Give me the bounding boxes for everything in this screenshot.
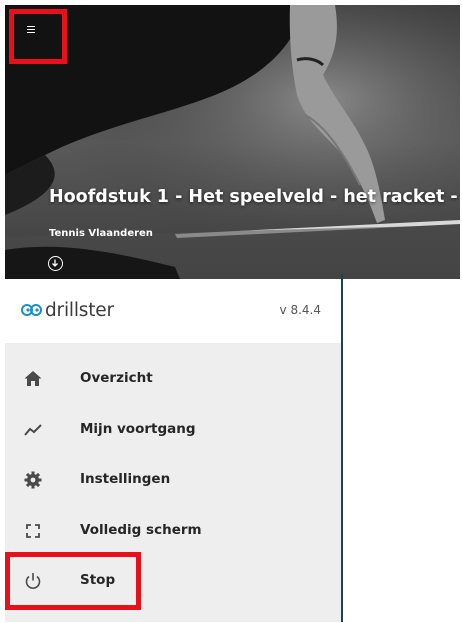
fullscreen-icon [26,524,40,538]
menu-button[interactable] [9,9,67,64]
drawer-header: drillster v 8.4.4 [5,280,341,343]
version-label: v 8.4.4 [279,303,321,317]
course-title: Hoofdstuk 1 - Het speelveld - het racket… [49,187,460,207]
hamburger-menu-icon [27,26,35,33]
divider [341,274,343,622]
trending-icon [24,424,42,436]
menu-item-overzicht[interactable]: Overzicht [5,354,341,404]
gear-icon [24,471,42,489]
course-header: Hoofdstuk 1 - Het speelveld - het racket… [5,5,460,279]
stop-highlight [5,552,141,610]
arrow-down-circle-icon[interactable] [48,256,63,271]
drillster-logo[interactable]: drillster [21,298,114,322]
menu-item-label: Overzicht [80,370,153,386]
home-icon [24,371,42,386]
menu-item-label: Volledig scherm [80,522,202,538]
menu-item-label: Instellingen [80,471,171,487]
drillster-logo-icon [21,304,42,316]
menu-item-volledig-scherm[interactable]: Volledig scherm [5,506,341,556]
course-provider: Tennis Vlaanderen [49,228,153,239]
drawer-menu: Overzicht Mijn voortgang Instellingen Vo… [5,343,341,622]
brand-name: drillster [45,299,114,321]
menu-item-mijn-voortgang[interactable]: Mijn voortgang [5,405,341,455]
menu-item-instellingen[interactable]: Instellingen [5,455,341,505]
menu-item-label: Mijn voortgang [80,421,196,437]
